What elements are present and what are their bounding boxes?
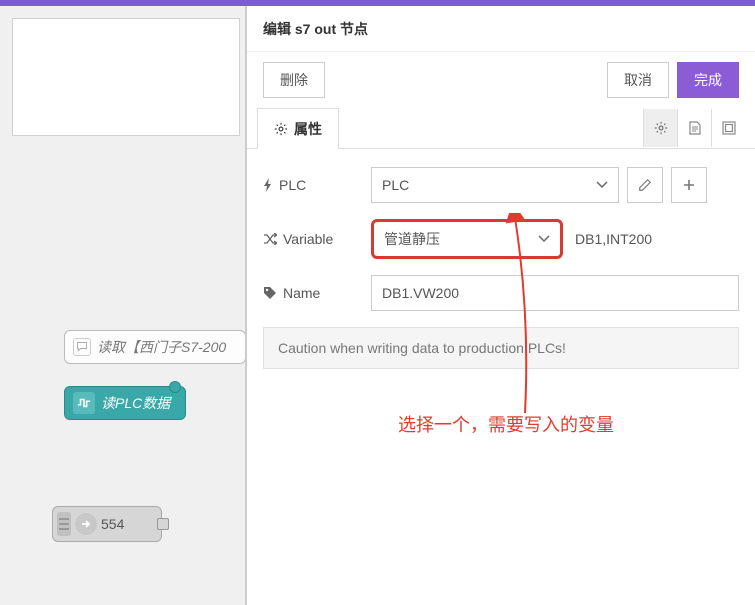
edit-plc-button[interactable] — [627, 167, 663, 203]
tab-document-icon[interactable] — [677, 109, 711, 147]
inject-node-label: 554 — [101, 516, 124, 532]
pulse-icon — [73, 392, 95, 414]
pencil-icon — [638, 178, 652, 192]
edit-panel: 编辑 s7 out 节点 删除 取消 完成 属性 — [246, 6, 755, 605]
form-body: PLC PLC Variable — [247, 149, 755, 387]
done-button[interactable]: 完成 — [677, 62, 739, 98]
name-row: Name — [263, 275, 739, 311]
gear-icon — [274, 122, 288, 136]
plc-node-label: 读PLC数据 — [101, 393, 170, 413]
tab-properties[interactable]: 属性 — [257, 108, 339, 149]
plc-data-node[interactable]: 读PLC数据 — [64, 386, 186, 420]
panel-action-bar: 删除 取消 完成 — [247, 52, 755, 108]
plc-select[interactable]: PLC — [371, 167, 619, 203]
tab-settings-icon[interactable] — [643, 109, 677, 147]
cancel-button[interactable]: 取消 — [607, 62, 669, 98]
name-label-text: Name — [283, 285, 320, 301]
inject-node[interactable]: 554 — [52, 506, 162, 542]
delete-button[interactable]: 删除 — [263, 62, 325, 98]
variable-row: Variable 管道静压 DB1,INT200 — [263, 219, 739, 259]
grip-icon — [57, 512, 71, 536]
panel-tabs: 属性 — [247, 108, 755, 149]
inject-arrow-icon — [75, 513, 97, 535]
plus-icon — [682, 178, 696, 192]
name-input[interactable] — [371, 275, 739, 311]
canvas-viewport — [12, 18, 240, 136]
tab-appearance-icon[interactable] — [711, 109, 745, 147]
name-label: Name — [263, 285, 363, 301]
caution-message: Caution when writing data to production … — [263, 327, 739, 369]
node-output-port[interactable] — [157, 518, 169, 530]
bolt-icon — [263, 178, 273, 192]
shuffle-icon — [263, 233, 277, 245]
function-node-label: 读取【西门子S7-200 — [97, 337, 226, 357]
plc-label: PLC — [263, 177, 363, 193]
variable-label: Variable — [263, 231, 363, 247]
tag-icon — [263, 286, 277, 300]
panel-title: 编辑 s7 out 节点 — [247, 6, 755, 52]
variable-select[interactable]: 管道静压 — [371, 219, 563, 259]
tab-properties-label: 属性 — [294, 119, 322, 139]
variable-label-text: Variable — [283, 231, 333, 247]
plc-row: PLC PLC — [263, 167, 739, 203]
comment-icon — [73, 338, 91, 356]
annotation-text: 选择一个，需要写入的变量 — [398, 411, 614, 437]
add-plc-button[interactable] — [671, 167, 707, 203]
plc-label-text: PLC — [279, 177, 306, 193]
function-node-read[interactable]: 读取【西门子S7-200 — [64, 330, 246, 364]
variable-address: DB1,INT200 — [575, 231, 652, 247]
flow-canvas[interactable]: 读取【西门子S7-200 读PLC数据 554 — [0, 6, 246, 605]
